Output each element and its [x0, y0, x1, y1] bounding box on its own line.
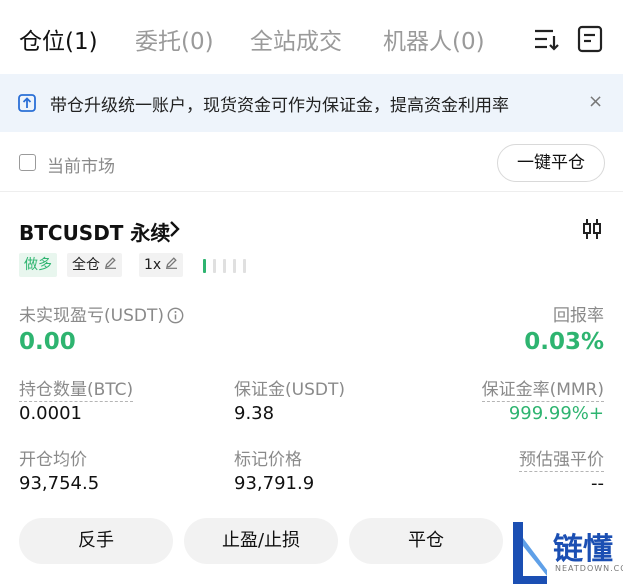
- adl-bar: [213, 259, 216, 273]
- size-value: 0.0001: [19, 403, 82, 424]
- watermark-text: 链懂: [553, 532, 613, 567]
- edit-icon: [165, 253, 178, 277]
- unrealized-pnl-value: 0.00: [19, 329, 76, 355]
- filter-row: 当前市场 一键平仓: [0, 132, 623, 192]
- current-market-label[interactable]: 当前市场: [47, 152, 115, 177]
- roe-label: 回报率: [553, 306, 604, 326]
- close-position-button[interactable]: 平仓: [349, 518, 503, 564]
- tab-positions[interactable]: 仓位(1): [19, 22, 98, 56]
- entry-price-label: 开仓均价: [19, 450, 87, 470]
- margin-mode-badge[interactable]: 全仓: [67, 253, 122, 277]
- liq-price-label[interactable]: 预估强平价: [519, 445, 604, 472]
- close-icon[interactable]: ×: [588, 92, 603, 112]
- side-badge: 做多: [19, 253, 57, 277]
- close-all-button[interactable]: 一键平仓: [497, 144, 605, 182]
- tab-orders[interactable]: 委托(0): [135, 22, 214, 56]
- leverage-badge[interactable]: 1x: [139, 253, 184, 277]
- entry-price-value: 93,754.5: [19, 473, 100, 494]
- edit-icon: [104, 253, 117, 277]
- mmr-value: 999.99%+: [508, 403, 604, 424]
- upgrade-banner[interactable]: 带仓升级统一账户，现货资金可作为保证金，提高资金利用率 ×: [0, 74, 623, 132]
- mark-price-value: 93,791.9: [234, 473, 315, 494]
- tab-bar: 仓位(1) 委托(0) 全站成交 机器人(0): [0, 0, 623, 76]
- tab-bots[interactable]: 机器人(0): [383, 22, 485, 56]
- chevron-right-icon[interactable]: [168, 218, 182, 244]
- adl-bar: [233, 259, 236, 273]
- document-icon[interactable]: [575, 24, 605, 54]
- roe-value: 0.03%: [524, 329, 604, 355]
- tab-site-trades[interactable]: 全站成交: [250, 22, 342, 56]
- banner-message: 带仓升级统一账户，现货资金可作为保证金，提高资金利用率: [50, 96, 509, 116]
- mmr-label[interactable]: 保证金率(MMR): [481, 375, 604, 402]
- margin-mode-label: 全仓: [72, 257, 100, 273]
- leverage-label: 1x: [144, 257, 162, 273]
- unrealized-pnl-label: 未实现盈亏(USDT): [19, 301, 184, 329]
- adl-bar: [243, 259, 246, 273]
- margin-value: 9.38: [234, 403, 275, 424]
- info-icon[interactable]: [167, 307, 184, 329]
- upgrade-icon: [17, 93, 37, 117]
- margin-label: 保证金(USDT): [234, 380, 345, 400]
- liq-price-value: --: [591, 473, 604, 494]
- mark-price-label: 标记价格: [234, 450, 302, 470]
- watermark-subtext: NEATDOWN.COM: [555, 564, 623, 573]
- current-market-checkbox[interactable]: [19, 154, 36, 171]
- adl-indicator: [203, 258, 253, 277]
- adl-bar: [223, 259, 226, 273]
- size-label[interactable]: 持仓数量(BTC): [19, 375, 134, 402]
- reverse-button[interactable]: 反手: [19, 518, 173, 564]
- watermark-logo: 链懂 NEATDOWN.COM: [507, 518, 623, 587]
- position-symbol[interactable]: BTCUSDT 永续: [19, 217, 170, 246]
- logo-mark-icon: [507, 518, 549, 587]
- tpsl-button[interactable]: 止盈/止损: [184, 518, 338, 564]
- candlestick-chart-icon[interactable]: [581, 218, 603, 244]
- adl-bar: [203, 259, 206, 273]
- sort-list-icon[interactable]: [531, 24, 561, 54]
